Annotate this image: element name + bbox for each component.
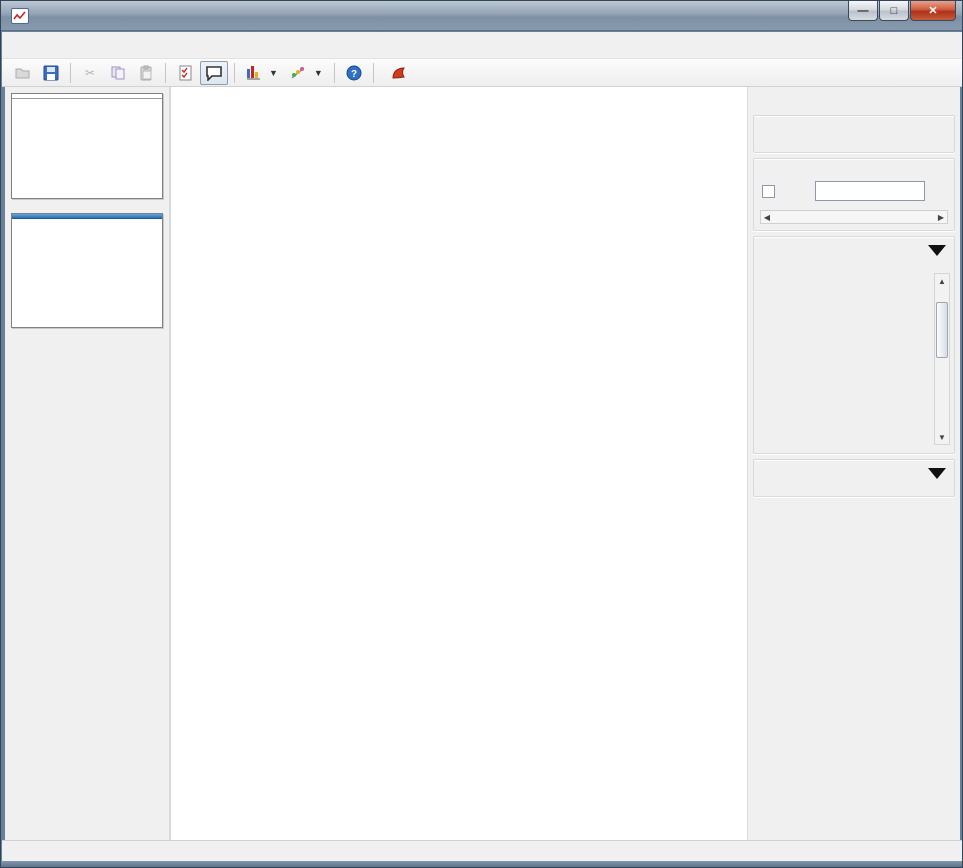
app-window: — □ ✕ ✂ bbox=[0, 0, 963, 868]
chevron-down-icon: ▼ bbox=[314, 68, 323, 78]
profiler-mini-chart bbox=[12, 219, 164, 327]
cut-icon: ✂ bbox=[85, 66, 95, 80]
collapse-triangle-icon[interactable] bbox=[928, 245, 946, 256]
thumbnail-table[interactable] bbox=[11, 93, 163, 199]
control-panel: ◀ ▶ ▲ ▼ bbox=[747, 87, 960, 840]
plot-type-section bbox=[753, 115, 955, 153]
cut-button[interactable]: ✂ bbox=[77, 61, 103, 85]
paste-icon bbox=[138, 65, 154, 81]
design-point-section: ◀ ▶ bbox=[753, 158, 955, 231]
copy-icon bbox=[110, 65, 126, 81]
plugin-flag-icon bbox=[391, 66, 407, 80]
save-icon bbox=[43, 65, 59, 81]
plugins-button[interactable] bbox=[380, 61, 416, 85]
chart-area bbox=[171, 87, 747, 840]
annotation-button[interactable] bbox=[200, 61, 228, 85]
scatter-plot-icon bbox=[290, 65, 306, 80]
close-button[interactable]: ✕ bbox=[910, 1, 956, 21]
title-bar: — □ ✕ bbox=[1, 1, 963, 31]
scroll-left-icon[interactable]: ◀ bbox=[761, 211, 773, 223]
svg-text:?: ? bbox=[351, 69, 357, 80]
scrollbar-thumb[interactable] bbox=[936, 302, 948, 358]
copy-button[interactable] bbox=[105, 61, 131, 85]
scroll-right-icon[interactable]: ▶ bbox=[935, 211, 947, 223]
contour-plot[interactable] bbox=[171, 87, 747, 785]
line-chart-icon bbox=[13, 10, 27, 22]
standard-plots-button[interactable]: ▼ bbox=[241, 61, 283, 85]
speech-bubble-icon bbox=[205, 65, 223, 81]
bar-chart-icon bbox=[246, 65, 261, 80]
paste-button[interactable] bbox=[133, 61, 159, 85]
checklist-button[interactable] bbox=[172, 61, 198, 85]
checklist-icon bbox=[178, 65, 193, 81]
chevron-down-icon: ▼ bbox=[269, 68, 278, 78]
design-point-field[interactable] bbox=[815, 181, 925, 201]
scroll-down-icon[interactable]: ▼ bbox=[935, 430, 949, 444]
status-bar bbox=[2, 840, 963, 861]
help-icon: ? bbox=[346, 65, 362, 81]
app-icon bbox=[11, 8, 29, 24]
input-variables-scrollbar[interactable]: ▲ ▼ bbox=[934, 273, 950, 445]
design-point-scrollbar[interactable]: ◀ ▶ bbox=[760, 210, 948, 224]
save-button[interactable] bbox=[38, 61, 64, 85]
open-icon bbox=[14, 65, 31, 81]
scroll-up-icon[interactable]: ▲ bbox=[935, 274, 949, 288]
menu-bar bbox=[2, 32, 963, 59]
output-variables-section bbox=[753, 459, 955, 497]
use-checkbox[interactable] bbox=[762, 185, 775, 198]
window-bottom-frame bbox=[1, 861, 963, 868]
sidebar bbox=[5, 87, 171, 840]
toolbar: ✂ ▼ ▼ ? bbox=[2, 59, 963, 87]
minimize-button[interactable]: — bbox=[848, 1, 878, 21]
thumbnail-profiler[interactable] bbox=[11, 213, 163, 328]
maximize-button[interactable]: □ bbox=[879, 1, 909, 21]
open-button[interactable] bbox=[9, 61, 36, 85]
input-variables-section: ▲ ▼ bbox=[753, 236, 955, 454]
data-visualizer-button[interactable]: ▼ bbox=[285, 61, 328, 85]
collapse-triangle-icon[interactable] bbox=[928, 468, 946, 479]
help-button[interactable]: ? bbox=[341, 61, 367, 85]
